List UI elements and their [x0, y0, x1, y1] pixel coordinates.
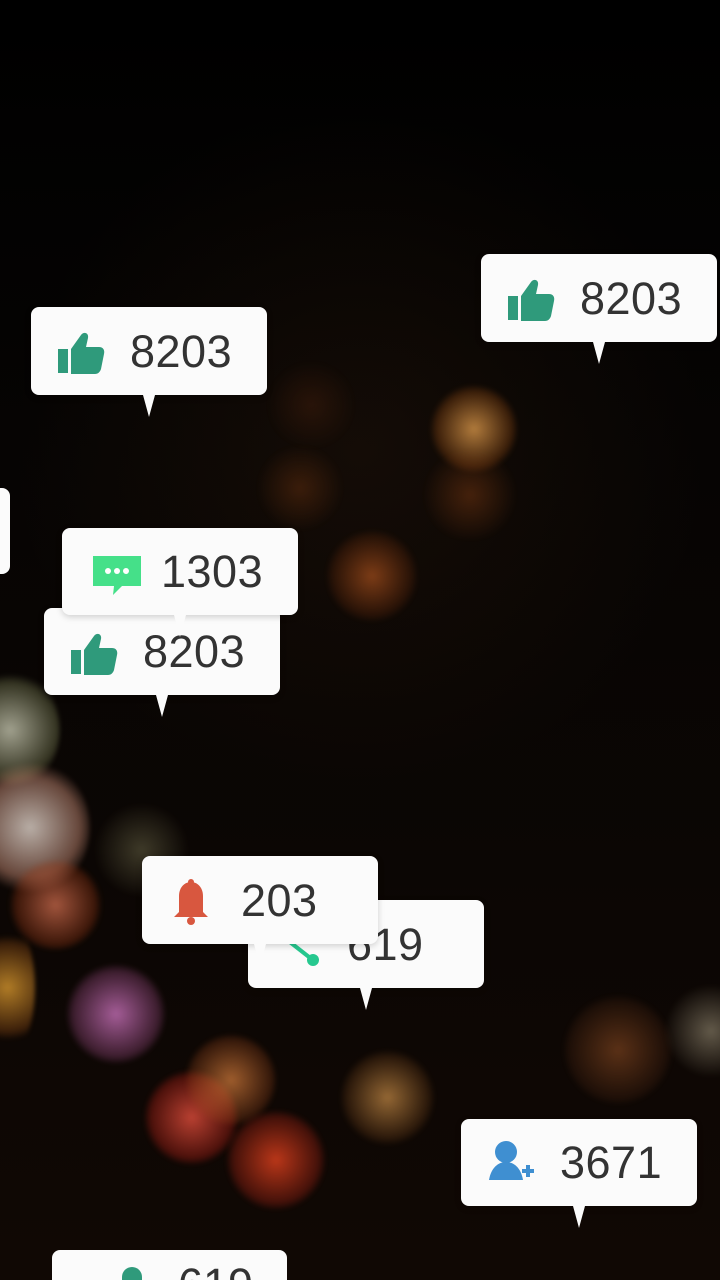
thumbs-up-icon — [122, 1267, 142, 1280]
like-count: 8203 — [130, 325, 233, 377]
like-notification-bubble: 8203 — [31, 307, 267, 395]
bokeh-light — [66, 964, 166, 1064]
notification-bell-bubble: 203 — [142, 856, 378, 944]
thumbs-up-icon — [504, 272, 556, 324]
bokeh-light — [563, 995, 673, 1105]
thumbs-up-icon — [67, 626, 119, 678]
bokeh-light — [665, 985, 720, 1077]
follower-notification-bubble: 3671 — [461, 1119, 697, 1206]
add-user-icon — [484, 1137, 536, 1189]
like-notification-bubble: 8203 — [44, 608, 280, 695]
like-count: 8203 — [143, 626, 246, 677]
partial-like-notification-bubble: 619 — [52, 1250, 287, 1280]
comment-notification-bubble: 1303 — [62, 528, 298, 615]
bokeh-light — [326, 530, 418, 622]
offscreen-notification-bubble-edge — [0, 488, 10, 574]
bokeh-light — [420, 450, 520, 540]
bell-icon — [165, 874, 217, 926]
thumbs-up-icon — [54, 325, 106, 377]
partial-count: 619 — [178, 1262, 253, 1280]
bokeh-social-notification-scene: 8203 8203 8203 1303 619 203 3671 — [0, 0, 720, 1280]
comment-count: 1303 — [161, 546, 264, 597]
like-notification-bubble: 8203 — [481, 254, 717, 342]
follower-count: 3671 — [560, 1137, 663, 1188]
like-count: 8203 — [580, 272, 683, 324]
bokeh-light — [266, 360, 356, 450]
chat-bubble-icon — [85, 546, 141, 598]
bokeh-light — [256, 444, 344, 532]
bokeh-light — [226, 1110, 326, 1210]
notification-count: 203 — [241, 874, 318, 926]
bokeh-light — [340, 1050, 435, 1145]
